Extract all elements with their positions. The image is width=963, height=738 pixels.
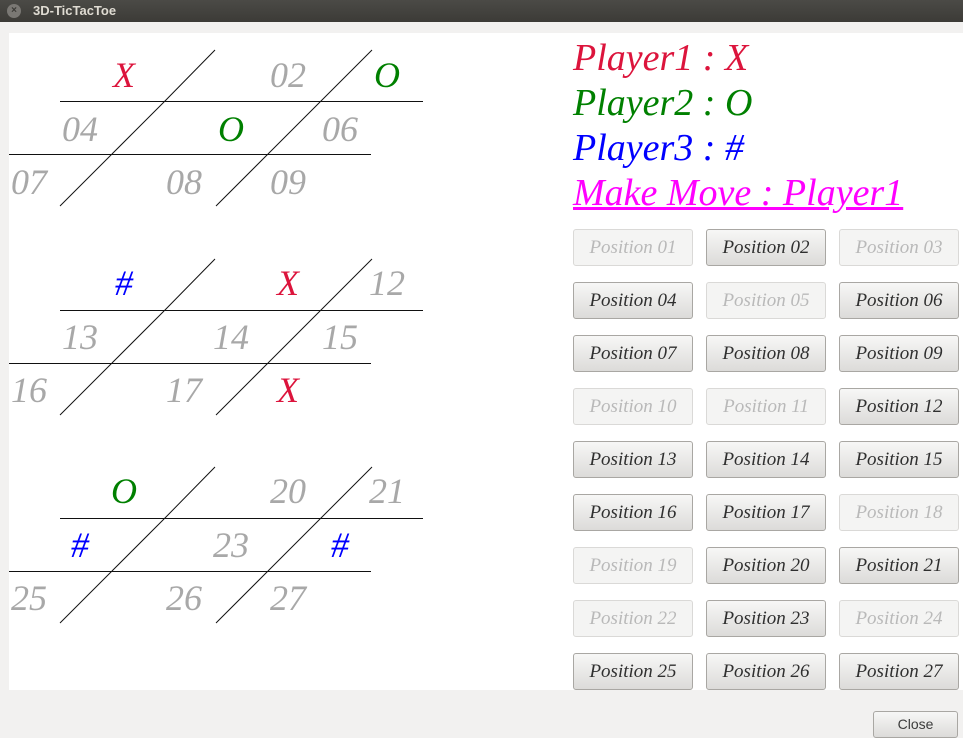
board-line: [267, 310, 321, 364]
position-button-15[interactable]: Position 15: [839, 441, 959, 478]
position-button-26[interactable]: Position 26: [706, 653, 826, 690]
board-cell-number: 12: [369, 263, 405, 303]
game-panel: X 02 O 04 O 06 07 08 09 # X 12 13 14 15 16 17 X O 20 21 #23 #2…: [9, 33, 963, 690]
board-cell-number: 25: [11, 578, 47, 618]
board-cell-number: 15: [322, 317, 358, 357]
board-line: [59, 362, 113, 416]
window-close-icon[interactable]: ×: [7, 4, 21, 18]
board-line: [111, 518, 165, 572]
position-button-25[interactable]: Position 25: [573, 653, 693, 690]
board-line: [59, 570, 113, 624]
position-button-16[interactable]: Position 16: [573, 494, 693, 531]
position-button-01: Position 01: [573, 229, 693, 266]
board-cell-number: 27: [270, 578, 306, 618]
board-line: [163, 258, 216, 312]
player3-label: Player3 : #: [573, 127, 744, 169]
player2-label: Player2 : O: [573, 82, 753, 124]
position-button-11: Position 11: [706, 388, 826, 425]
window-title: 3D-TicTacToe: [33, 3, 117, 18]
position-button-04[interactable]: Position 04: [573, 282, 693, 319]
board-cell-mark: X: [277, 370, 299, 410]
position-button-23[interactable]: Position 23: [706, 600, 826, 637]
board-cell-mark: #: [331, 525, 349, 565]
board-line: [215, 153, 269, 207]
position-button-17[interactable]: Position 17: [706, 494, 826, 531]
board-cell-number: 20: [270, 471, 306, 511]
position-button-03: Position 03: [839, 229, 959, 266]
board-cell-number: 08: [166, 162, 202, 202]
position-button-14[interactable]: Position 14: [706, 441, 826, 478]
player1-label: Player1 : X: [573, 37, 749, 79]
board-cell-number: 04: [62, 109, 98, 149]
board-line: [59, 153, 113, 207]
board-cell-number: 14: [213, 317, 249, 357]
board-cell-number: 23: [213, 525, 249, 565]
board-cell-number: 17: [166, 370, 202, 410]
board-cell-mark: O: [218, 109, 244, 149]
position-button-13[interactable]: Position 13: [573, 441, 693, 478]
board-cell-mark: O: [111, 471, 137, 511]
position-button-18: Position 18: [839, 494, 959, 531]
board-cell-number: 26: [166, 578, 202, 618]
position-button-06[interactable]: Position 06: [839, 282, 959, 319]
board-line: [267, 101, 321, 155]
board-line: [111, 101, 165, 155]
board-cell-number: 16: [11, 370, 47, 410]
position-button-19: Position 19: [573, 547, 693, 584]
board-cell-mark: O: [374, 55, 400, 95]
board-cell-number: 06: [322, 109, 358, 149]
make-move-label: Make Move : Player1: [573, 172, 904, 214]
position-button-27[interactable]: Position 27: [839, 653, 959, 690]
board-line: [215, 362, 269, 416]
board-cell-mark: #: [71, 525, 89, 565]
position-button-12[interactable]: Position 12: [839, 388, 959, 425]
position-button-05: Position 05: [706, 282, 826, 319]
position-button-21[interactable]: Position 21: [839, 547, 959, 584]
board-cell-number: 07: [11, 162, 47, 202]
board-cell-mark: X: [113, 55, 135, 95]
board-line: [267, 518, 321, 572]
position-button-09[interactable]: Position 09: [839, 335, 959, 372]
position-button-10: Position 10: [573, 388, 693, 425]
position-button-22: Position 22: [573, 600, 693, 637]
title-bar: × 3D-TicTacToe: [0, 0, 963, 22]
position-button-07[interactable]: Position 07: [573, 335, 693, 372]
board-cell-mark: X: [277, 263, 299, 303]
board-cell-number: 09: [270, 162, 306, 202]
position-button-02[interactable]: Position 02: [706, 229, 826, 266]
board-cell-number: 13: [62, 317, 98, 357]
board-cell-mark: #: [115, 263, 133, 303]
board-line: [163, 466, 216, 520]
position-button-24: Position 24: [839, 600, 959, 637]
board-line: [163, 49, 216, 103]
board-line: [111, 310, 165, 364]
close-button[interactable]: Close: [873, 711, 958, 738]
position-button-20[interactable]: Position 20: [706, 547, 826, 584]
board-cell-number: 21: [369, 471, 405, 511]
board-line: [215, 570, 269, 624]
board-cell-number: 02: [270, 55, 306, 95]
position-button-08[interactable]: Position 08: [706, 335, 826, 372]
